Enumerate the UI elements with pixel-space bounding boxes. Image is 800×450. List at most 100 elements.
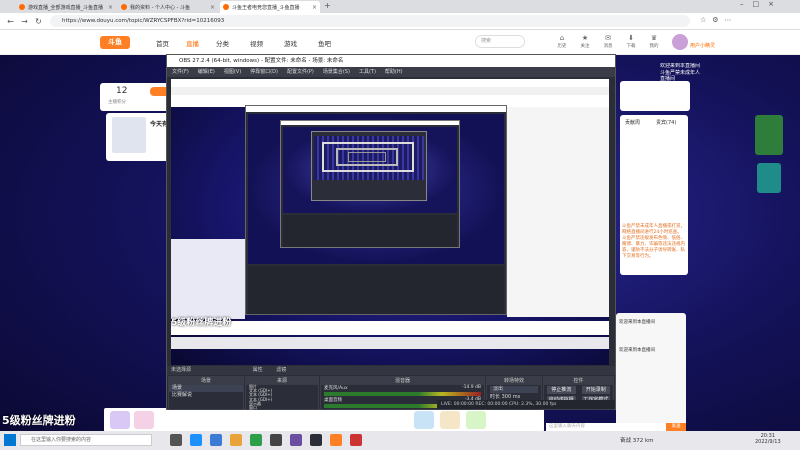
douyu-favicon: [19, 4, 25, 10]
obs-window[interactable]: OBS 27.2.4 (64-bit, windows) - 配置文件: 未命名…: [166, 54, 616, 410]
menu-docks[interactable]: 停靠窗口(D): [250, 67, 278, 77]
close-icon[interactable]: ×: [312, 4, 317, 11]
mixer-channel-name: 桌面音频: [324, 398, 342, 403]
menu-tools[interactable]: 工具(T): [359, 67, 376, 77]
gift-item[interactable]: [466, 411, 486, 429]
browser-toolbar-icons[interactable]: ☆⚙⋯: [700, 16, 738, 24]
url-field[interactable]: https://www.douyu.com/topic/WZRYCSPFBX?r…: [50, 15, 690, 27]
nav-live[interactable]: 直播: [186, 38, 199, 48]
event-badge[interactable]: [755, 115, 783, 155]
transitions-dock-title: 转场特效: [487, 377, 541, 385]
app-icon[interactable]: [350, 434, 362, 446]
menu-view[interactable]: 视图(V): [224, 67, 241, 77]
audio-meter: [324, 392, 481, 396]
edge-icon[interactable]: [190, 434, 202, 446]
mixer-channel-db: -14.9 dB: [461, 385, 481, 390]
properties-button[interactable]: 属性: [253, 367, 263, 373]
browser-tab-1[interactable]: 游戏直播_全部游戏直播_斗鱼直播 ×: [16, 1, 116, 13]
forward-icon[interactable]: →: [19, 16, 30, 27]
nav-home[interactable]: 首页: [156, 38, 169, 48]
sources-dock: 来源 图片 文本 (GDI+) 文本 (GDI+) 文本 (GDI+) 显示器 …: [245, 376, 319, 410]
browser-tab-3[interactable]: 斗鱼王者电竞您直播_斗鱼直播 ×: [220, 1, 320, 13]
follow-icon[interactable]: ★ 关注: [578, 34, 592, 49]
menu-file[interactable]: 文件(F): [172, 67, 189, 77]
obs-title-bar[interactable]: OBS 27.2.4 (64-bit, windows) - 配置文件: 未命名…: [167, 55, 615, 67]
douyu-favicon: [223, 4, 229, 10]
source-item[interactable]: 窗口: [249, 405, 318, 410]
mine-icon[interactable]: ♛ 我的: [647, 34, 661, 49]
nav-category[interactable]: 分类: [216, 38, 229, 48]
menu-scene-collection[interactable]: 场景集合(S): [323, 67, 350, 77]
clock[interactable]: 20:31 2022/9/13: [755, 433, 781, 445]
app-icon[interactable]: [290, 434, 302, 446]
refresh-icon[interactable]: ↻: [33, 16, 44, 27]
nav-video[interactable]: 视频: [250, 38, 263, 48]
close-icon[interactable]: ×: [108, 4, 113, 11]
danmaku-text: 5级粉丝牌进粉: [2, 414, 76, 427]
avatar[interactable]: [672, 34, 688, 50]
browser-address-bar: ← → ↻ https://www.douyu.com/topic/WZRYCS…: [0, 13, 800, 30]
mixer-dock-title: 混音器: [321, 377, 484, 385]
rank-tab-weekly[interactable]: 贡献周: [625, 119, 640, 126]
anchor-avatar[interactable]: [112, 117, 146, 153]
message-icon[interactable]: ✉ 消息: [601, 34, 615, 49]
menu-help[interactable]: 帮助(H): [385, 67, 403, 77]
gift-item[interactable]: [110, 411, 130, 429]
nav-game[interactable]: 游戏: [284, 38, 297, 48]
menu-edit[interactable]: 编辑(E): [198, 67, 215, 77]
preview-nested-browser: [171, 79, 609, 87]
nested-obs-2: [280, 120, 460, 248]
preview-nested-right: [507, 107, 609, 317]
back-icon[interactable]: ←: [5, 16, 16, 27]
menu-profile[interactable]: 配置文件(P): [287, 67, 314, 77]
stop-streaming-button[interactable]: 停止推流: [547, 386, 576, 394]
rank-tab-vip[interactable]: 贵宾(74): [656, 119, 676, 126]
chrome-icon[interactable]: [250, 434, 262, 446]
obs-preview[interactable]: 5级粉丝牌进粉: [171, 79, 609, 365]
browser-icon[interactable]: [210, 434, 222, 446]
chat-line-2: 欢迎来到本直播间: [619, 348, 655, 353]
scenes-dock-title: 场景: [169, 377, 243, 385]
nested-obs-1: [245, 105, 507, 315]
mixer-channel-name: 麦克风/Aux: [324, 386, 348, 391]
obs-status-bar: LIVE: 00:00:00 REC: 00:00:00 CPU: 2.3%, …: [437, 400, 615, 409]
task-view-icon[interactable]: [170, 434, 182, 446]
filters-button[interactable]: 滤镜: [276, 367, 286, 373]
send-button[interactable]: 发送: [666, 423, 686, 431]
gift-item[interactable]: [414, 411, 434, 429]
weather-widget[interactable]: 奋战 372 km: [620, 436, 654, 444]
taskbar-search-input[interactable]: 在这里输入你要搜索的内容: [20, 434, 152, 446]
gift-item[interactable]: [134, 411, 154, 429]
douyu-icon[interactable]: [330, 434, 342, 446]
follow-card: 12 主播积分: [100, 83, 172, 111]
scene-item[interactable]: 比赛解说: [169, 392, 243, 399]
transition-select[interactable]: 淡出: [490, 386, 538, 393]
follow-label: 主播积分: [108, 100, 126, 105]
follow-count: 12: [116, 86, 128, 96]
preview-nested-taskbar: [171, 337, 609, 349]
new-tab-icon[interactable]: +: [324, 1, 331, 10]
start-icon[interactable]: [4, 434, 16, 446]
event-badge-2[interactable]: [757, 163, 781, 193]
preview-nested-address: [171, 87, 609, 95]
gift-item[interactable]: [440, 411, 460, 429]
site-search-input[interactable]: 搜索: [475, 35, 525, 48]
explorer-icon[interactable]: [230, 434, 242, 446]
chat-input[interactable]: 这里输入聊天内容: [546, 423, 686, 431]
browser-tab-bar: 游戏直播_全部游戏直播_斗鱼直播 × 我的资料 - 个人中心 - 斗鱼 × 斗鱼王者…: [0, 0, 800, 13]
scene-item[interactable]: 场景: [169, 385, 243, 392]
close-icon[interactable]: ×: [210, 4, 215, 11]
history-icon[interactable]: ⌂ 历史: [555, 34, 569, 49]
browser-tab-2[interactable]: 我的资料 - 个人中心 - 斗鱼 ×: [118, 1, 218, 13]
window-controls[interactable]: –□×: [740, 0, 783, 8]
douyu-logo[interactable]: 斗鱼: [100, 36, 130, 49]
obs-menu-bar: 文件(F) 编辑(E) 视图(V) 停靠窗口(D) 配置文件(P) 场景集合(S…: [167, 67, 615, 77]
download-icon[interactable]: ⬇ 下载: [624, 34, 638, 49]
nav-fishbar[interactable]: 鱼吧: [318, 38, 331, 48]
user-name[interactable]: 用户小精灵: [690, 42, 715, 49]
preview-nested-gift-bar: [171, 321, 609, 335]
room-notice: 斗鱼严禁未成年人直播或打赏，网络直播间进行24小时巡查。斗鱼严禁违规发布色情、低…: [622, 224, 685, 259]
obs-icon[interactable]: [310, 434, 322, 446]
app-icon[interactable]: [270, 434, 282, 446]
start-recording-button[interactable]: 开始录制: [581, 386, 610, 394]
